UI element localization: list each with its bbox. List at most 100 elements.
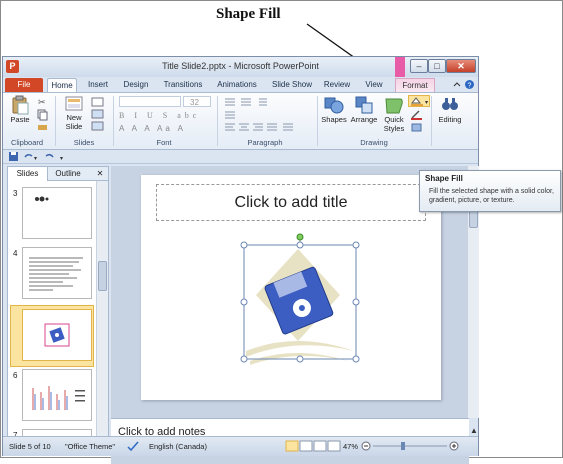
language[interactable]: English (Canada) (149, 442, 207, 451)
layout-reset-section-icons[interactable] (91, 97, 105, 133)
svg-text:✂: ✂ (38, 97, 46, 107)
group-divider (55, 96, 56, 146)
group-divider (113, 96, 114, 146)
view-buttons-icons[interactable] (285, 440, 343, 452)
svg-text:▾: ▾ (34, 156, 37, 162)
maximize-button[interactable]: □ (428, 59, 446, 73)
group-slides-label: Slides (73, 138, 95, 147)
arrange-icon (355, 96, 373, 114)
panel-tabs: Slides Outline ✕ (8, 167, 108, 181)
arrange-label: Arrange (350, 115, 378, 124)
tab-format[interactable]: Format (395, 78, 435, 92)
shape-fill-tooltip: Shape Fill Fill the selected shape with … (419, 170, 561, 212)
font-size-box[interactable]: 32 (183, 96, 211, 107)
thumbnail-content (35, 196, 49, 202)
tooltip-body: Fill the selected shape with a solid col… (429, 188, 554, 204)
quick-styles-label-1: Quick (384, 115, 404, 124)
paste-label: Paste (10, 115, 30, 124)
tab-review[interactable]: Review (321, 78, 353, 92)
status-bar: Slide 5 of 10 "Office Theme" English (Ca… (3, 436, 478, 456)
svg-text:▾: ▾ (60, 156, 63, 162)
slide-number: 6 (13, 371, 18, 380)
paragraph-buttons-icons[interactable] (223, 96, 309, 132)
tab-design[interactable]: Design (119, 78, 153, 92)
floppy-clipart[interactable] (236, 233, 366, 373)
slide-thumbnail-5[interactable] (22, 309, 92, 361)
new-slide-icon (65, 96, 83, 111)
spellcheck-icon[interactable] (127, 441, 139, 451)
tab-home[interactable]: Home (47, 78, 77, 92)
save-undo-redo-icons[interactable]: ▾ ▾ (8, 151, 68, 163)
new-slide-button[interactable]: New Slide (61, 95, 87, 131)
tab-slide-show[interactable]: Slide Show (269, 78, 315, 92)
font-effect-buttons[interactable]: A A A Aa A (119, 123, 215, 134)
shape-outline-icon[interactable] (409, 109, 427, 121)
panel-scrollbar[interactable] (96, 181, 108, 443)
svg-text:▾: ▾ (425, 100, 428, 106)
tab-file[interactable]: File (5, 78, 43, 92)
tab-view[interactable]: View (361, 78, 387, 92)
shape-fill-icon[interactable]: ▾ (408, 95, 430, 107)
slide-number: 4 (13, 249, 18, 258)
shape-effects-icon[interactable] (409, 122, 427, 134)
window-title: Title Slide2.pptx - Microsoft PowerPoint (162, 61, 319, 71)
slide-thumbnail-4[interactable] (22, 247, 92, 299)
help-icon[interactable]: ? (464, 79, 475, 90)
quick-styles-label-2: Styles (383, 124, 405, 133)
font-style-buttons[interactable]: B I U S abc (119, 110, 215, 121)
powerpoint-window: P Title Slide2.pptx - Microsoft PowerPoi… (2, 56, 479, 464)
slide-thumbnail-3[interactable] (22, 187, 92, 239)
drawing-tools-context-strip (395, 57, 405, 77)
zoom-slider[interactable] (361, 440, 465, 452)
new-slide-label-2: Slide (65, 122, 83, 131)
thumbnail-content (29, 257, 83, 291)
minimize-button[interactable]: – (410, 59, 428, 73)
panel-close-button[interactable]: ✕ (92, 167, 108, 181)
group-divider (431, 96, 432, 146)
thumbnail-content (32, 386, 85, 410)
ribbon-minimize-icon[interactable] (452, 80, 462, 90)
ribbon: Paste ✂ Clipboard New Slide Slides 32 B … (3, 92, 478, 150)
new-slide-label-1: New (66, 113, 82, 122)
panel-scroll-thumb[interactable] (98, 261, 107, 291)
group-paragraph-label: Paragraph (247, 138, 283, 147)
slide-count: Slide 5 of 10 (9, 442, 51, 451)
shapes-button[interactable]: Shapes (321, 95, 347, 124)
slide-thumbnail-6[interactable] (22, 369, 92, 421)
group-divider (317, 96, 318, 146)
slides-panel: Slides Outline ✕ 3 4 5 6 7 (7, 166, 109, 444)
tab-slides[interactable]: Slides (8, 167, 48, 181)
title-placeholder[interactable]: Click to add title (156, 184, 426, 221)
font-name-box[interactable] (119, 96, 181, 107)
group-divider (217, 96, 218, 146)
paste-button[interactable]: Paste (7, 95, 33, 124)
quick-access-toolbar: ▾ ▾ (3, 150, 478, 164)
editing-label: Editing (438, 115, 462, 124)
tab-outline[interactable]: Outline (50, 167, 86, 181)
shapes-label: Shapes (321, 115, 347, 124)
shapes-icon (324, 97, 344, 114)
tab-insert[interactable]: Insert (83, 78, 113, 92)
binoculars-icon (442, 98, 458, 110)
arrange-button[interactable]: Arrange (349, 95, 379, 124)
tab-animations[interactable]: Animations (213, 78, 261, 92)
thumbnail-content (44, 323, 70, 347)
editing-button[interactable]: Editing (433, 95, 467, 124)
quick-styles-button[interactable]: Quick Styles (381, 95, 407, 133)
svg-text:▲: ▲ (470, 426, 478, 435)
theme-name: "Office Theme" (65, 442, 116, 451)
svg-text:?: ? (468, 83, 472, 90)
quick-styles-icon (385, 98, 403, 114)
group-drawing-label: Drawing (360, 138, 388, 147)
slide-number: 3 (13, 189, 18, 198)
group-font-label: Font (156, 138, 172, 147)
close-button[interactable]: ✕ (446, 59, 476, 73)
tab-transitions[interactable]: Transitions (159, 78, 207, 92)
zoom-level[interactable]: 47% (343, 442, 358, 451)
cut-copy-format-icons[interactable]: ✂ (37, 96, 49, 134)
group-clipboard-label: Clipboard (10, 138, 44, 147)
slide-canvas[interactable]: Click to add title (141, 175, 441, 400)
title-bar: P Title Slide2.pptx - Microsoft PowerPoi… (3, 57, 478, 77)
ribbon-tabs: File Home Insert Design Transitions Anim… (3, 77, 478, 92)
tooltip-title: Shape Fill (425, 174, 463, 183)
